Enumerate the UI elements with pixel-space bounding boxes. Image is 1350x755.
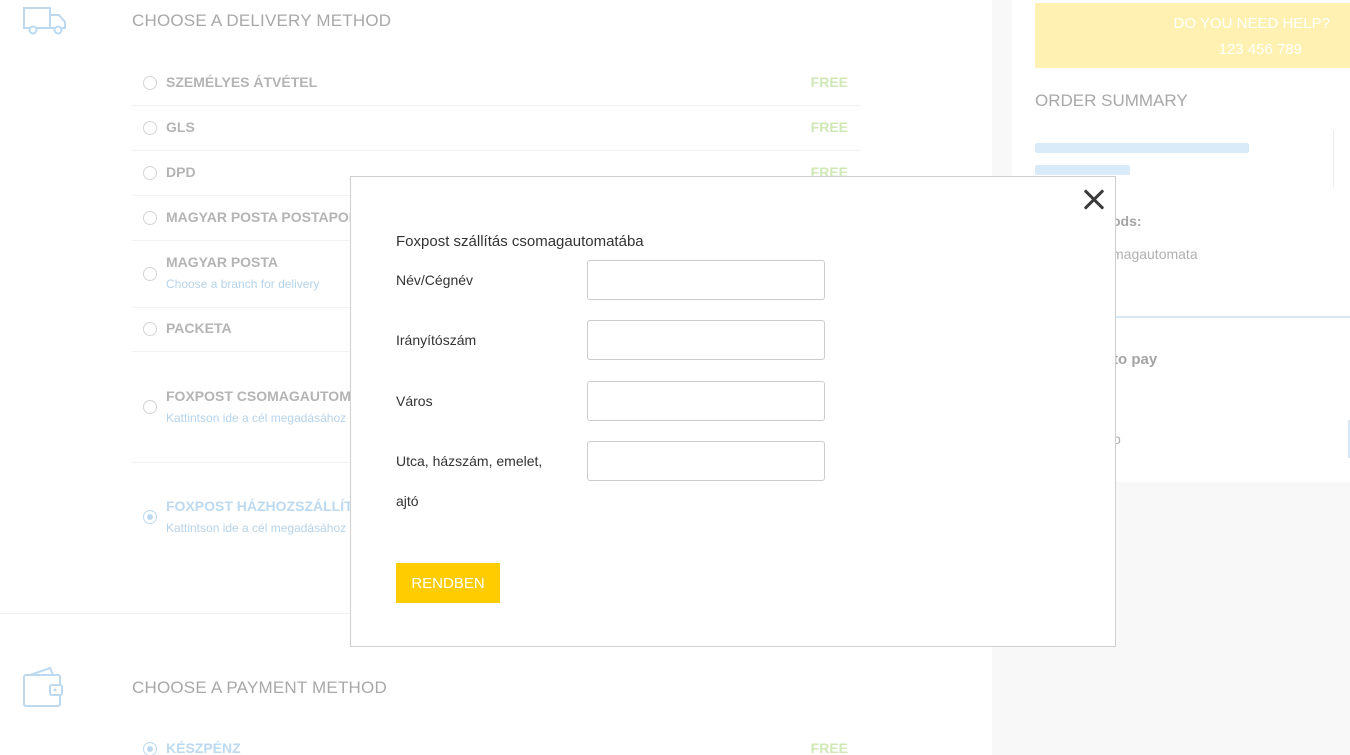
option-name: SZEMÉLYES ÁTVÉTEL [166, 74, 318, 90]
help-box: DO YOU NEED HELP? 123 456 789 [1035, 3, 1350, 68]
summary-separator [1333, 130, 1334, 188]
choose-branch-link[interactable]: Choose a branch for delivery [166, 277, 319, 291]
product-link[interactable] [1035, 143, 1249, 153]
summary-rule [1110, 316, 1350, 318]
divider [132, 150, 860, 151]
product-link-line2[interactable] [1035, 165, 1130, 175]
help-title: DO YOU NEED HELP? [1173, 15, 1330, 32]
option-price: FREE [810, 119, 848, 135]
option-price: FREE [810, 74, 848, 90]
radio-button[interactable] [143, 400, 157, 414]
delivery-summary-text: magautomata [1112, 246, 1198, 262]
ok-button[interactable]: RENDBEN [396, 563, 500, 603]
destination-link[interactable]: Kattintson ide a cél megadásához [166, 521, 346, 535]
zip-input[interactable] [587, 320, 825, 360]
radio-button[interactable] [143, 267, 157, 281]
divider [132, 105, 860, 106]
delivery-section-title: CHOOSE A DELIVERY METHOD [132, 11, 392, 30]
option-name: KÉSZPÉNZ [166, 740, 241, 755]
goods-label: ods: [1112, 213, 1142, 229]
foxpost-address-modal: Foxpost szállítás csomagautomatába Név/C… [350, 176, 1116, 647]
radio-button-checked[interactable] [143, 510, 157, 524]
payment-option-cash[interactable]: KÉSZPÉNZ FREE [132, 736, 860, 755]
close-icon[interactable] [1079, 185, 1109, 215]
city-label: Város [396, 393, 433, 409]
option-price: FREE [810, 740, 848, 755]
option-name: DPD [166, 164, 196, 180]
help-phone[interactable]: 123 456 789 [1219, 41, 1302, 58]
option-name: FOXPOST HÁZHOZSZÁLLÍTÁ [166, 498, 363, 514]
wallet-icon [23, 666, 63, 707]
radio-button[interactable] [143, 166, 157, 180]
radio-button-checked[interactable] [143, 742, 157, 755]
option-name: MAGYAR POSTA POSTAPONT [166, 209, 368, 225]
destination-link[interactable]: Kattintson ide a cél megadásához [166, 411, 346, 425]
option-name: PACKETA [166, 320, 232, 336]
street-label: Utca, házszám, emelet, [396, 453, 543, 469]
delivery-option-personal[interactable]: SZEMÉLYES ÁTVÉTEL FREE [132, 70, 860, 104]
option-name: FOXPOST CSOMAGAUTOMAT [166, 388, 369, 404]
name-label: Név/Cégnév [396, 272, 474, 288]
city-input[interactable] [587, 381, 825, 421]
option-name: MAGYAR POSTA [166, 254, 279, 270]
truck-icon [23, 7, 66, 35]
order-summary-title: ORDER SUMMARY [1035, 91, 1188, 110]
name-input[interactable] [587, 260, 825, 300]
zip-label: Irányítószám [396, 332, 477, 348]
radio-button[interactable] [143, 121, 157, 135]
total-to-pay-label: to pay [1113, 351, 1158, 368]
radio-button[interactable] [143, 322, 157, 336]
payment-section-title: CHOOSE A PAYMENT METHOD [132, 678, 387, 697]
option-name: GLS [166, 119, 195, 135]
radio-button[interactable] [143, 76, 157, 90]
radio-button[interactable] [143, 211, 157, 225]
street-input[interactable] [587, 441, 825, 481]
modal-title: Foxpost szállítás csomagautomatába [396, 233, 644, 250]
street-label-line2: ajtó [396, 493, 419, 509]
delivery-option-gls[interactable]: GLS FREE [132, 115, 860, 149]
